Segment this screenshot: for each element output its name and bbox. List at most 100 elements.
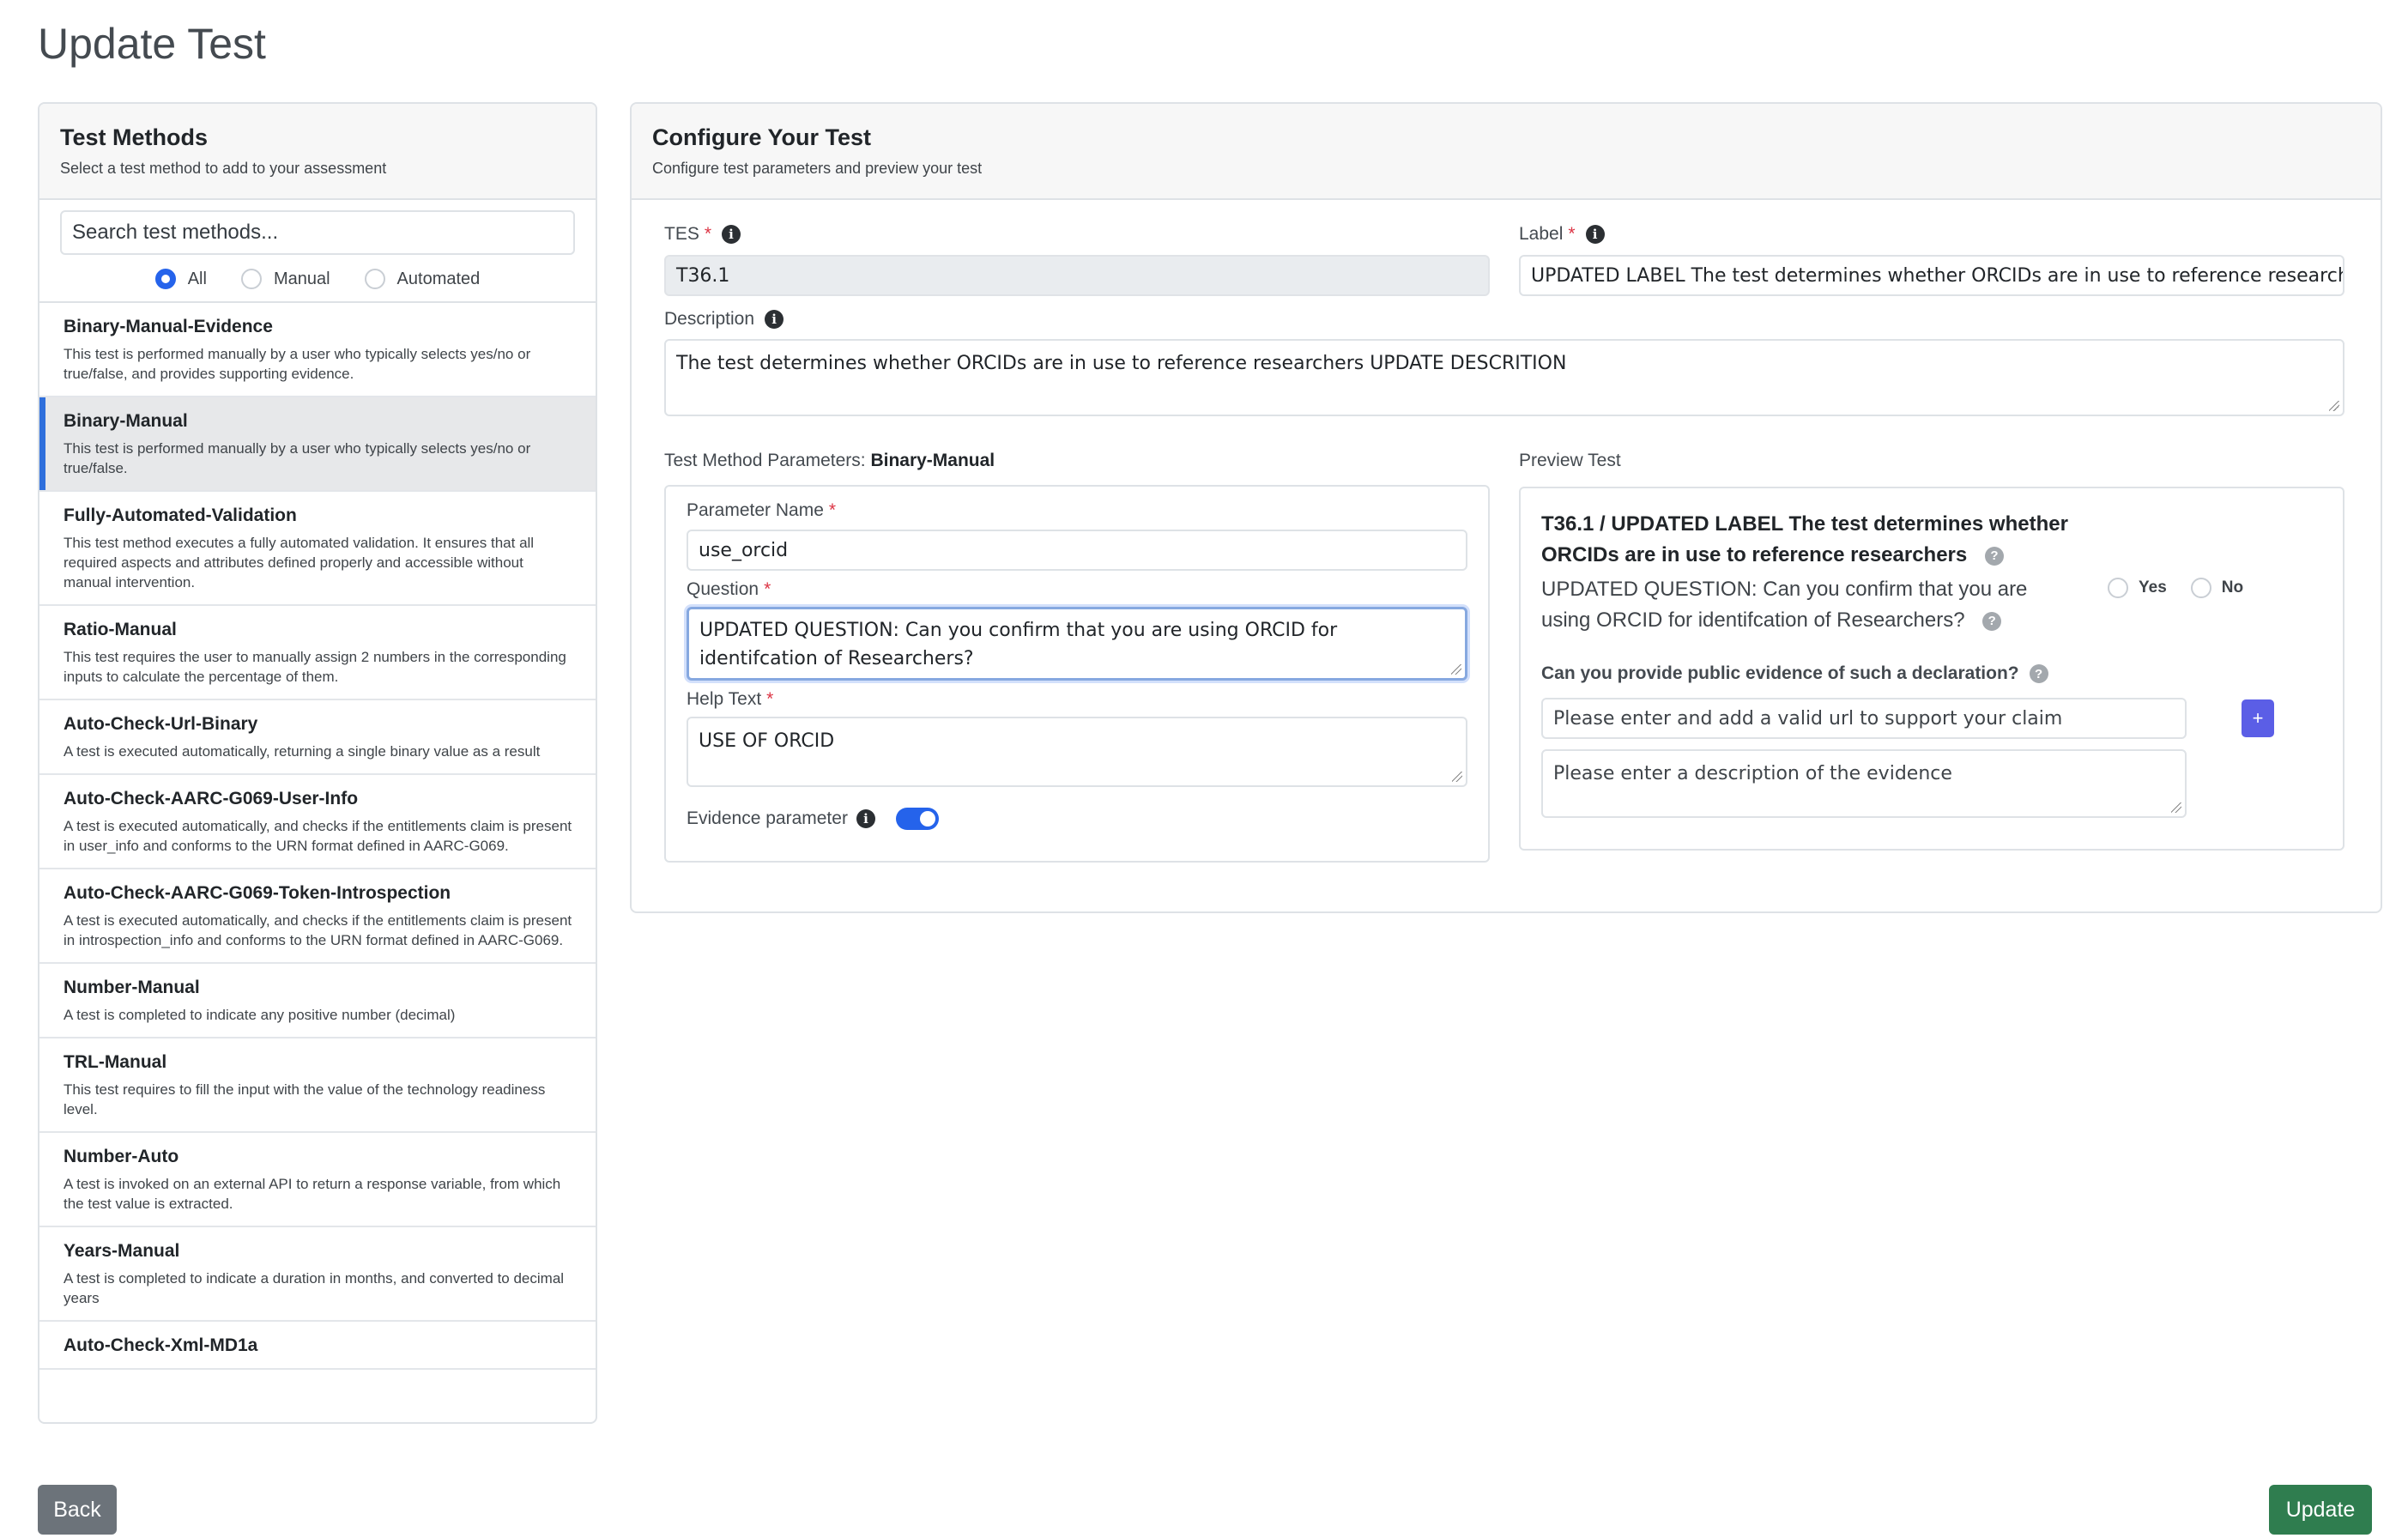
method-item[interactable]: Auto-Check-Url-Binary A test is executed… <box>39 700 596 775</box>
configure-panel: Configure Your Test Configure test param… <box>630 102 2382 913</box>
label-label: Label <box>1519 224 1564 244</box>
filter-manual-label: Manual <box>273 269 330 288</box>
method-item[interactable]: Number-Manual A test is completed to ind… <box>39 964 596 1038</box>
radio-yes[interactable] <box>2108 578 2128 598</box>
parameter-name-field[interactable]: use_orcid <box>687 530 1467 571</box>
method-name: Auto-Check-AARC-G069-User-Info <box>64 789 359 808</box>
preview-question-row: UPDATED QUESTION: Can you confirm that y… <box>1541 574 2056 636</box>
required-mark: * <box>766 689 774 709</box>
method-description: A test is completed to indicate a durati… <box>64 1270 565 1306</box>
method-item[interactable]: TRL-Manual This test requires to fill th… <box>39 1038 596 1133</box>
info-icon[interactable]: i <box>765 310 784 329</box>
radio-checked-icon[interactable] <box>154 269 176 289</box>
method-item[interactable]: Auto-Check-AARC-G069-Token-Introspection… <box>39 869 596 964</box>
method-item[interactable]: Ratio-Manual This test requires the user… <box>39 606 596 700</box>
filter-automated-label: Automated <box>396 269 481 288</box>
description-field[interactable]: The test determines whether ORCIDs are i… <box>664 339 2344 416</box>
method-name: TRL-Manual <box>64 1052 167 1072</box>
evidence-url-input[interactable]: Please enter and add a valid url to supp… <box>1541 698 2187 739</box>
test-methods-header: Test Methods Select a test method to add… <box>39 104 596 200</box>
method-name: Auto-Check-Xml-MD1a <box>64 1335 258 1355</box>
help-text-label-row: Help Text * <box>687 689 773 710</box>
required-mark: * <box>1568 224 1576 244</box>
preview-box: T36.1 / UPDATED LABEL The test determine… <box>1519 487 2344 851</box>
evidence-toggle[interactable] <box>895 808 939 830</box>
description-label: Description <box>664 309 755 329</box>
filter-all[interactable]: All <box>154 269 207 289</box>
method-name: Binary-Manual <box>64 411 188 431</box>
method-description: A test is executed automatically, return… <box>64 743 541 760</box>
filter-manual[interactable]: Manual <box>240 269 330 289</box>
method-name: Binary-Manual-Evidence <box>64 317 273 336</box>
question-label-row: Question * <box>687 579 771 600</box>
info-icon[interactable]: i <box>856 809 875 828</box>
label-label-row: Label * i <box>1519 224 1605 245</box>
method-description: This test method executes a fully automa… <box>64 535 535 590</box>
configure-title: Configure Your Test <box>652 124 872 150</box>
help-icon[interactable]: ? <box>1982 611 2002 631</box>
test-methods-subtitle: Select a test method to add to your asse… <box>60 160 387 177</box>
page-title: Update Test <box>38 20 266 68</box>
help-text-label: Help Text <box>687 689 762 709</box>
yes-no-options: Yes No <box>2108 578 2243 598</box>
help-icon[interactable]: ? <box>1984 546 2004 566</box>
required-mark: * <box>764 579 771 599</box>
method-name: Auto-Check-AARC-G069-Token-Introspection <box>64 883 451 903</box>
method-description: This test requires the user to manually … <box>64 649 566 685</box>
params-method-name: Binary-Manual <box>870 451 995 470</box>
method-description: A test is completed to indicate any posi… <box>64 1007 456 1023</box>
no-label: No <box>2221 578 2244 596</box>
back-button[interactable]: Back <box>38 1485 117 1535</box>
evidence-parameter-row: Evidence parameter i <box>687 808 939 830</box>
param-name-label-row: Parameter Name * <box>687 500 836 521</box>
radio-unchecked-icon[interactable] <box>364 269 385 289</box>
preview-heading: Preview Test <box>1519 451 1621 470</box>
filter-automated[interactable]: Automated <box>364 269 481 289</box>
info-icon[interactable]: i <box>1585 225 1605 244</box>
radio-unchecked-icon[interactable] <box>240 269 262 289</box>
method-item-selected[interactable]: Binary-Manual This test is performed man… <box>39 397 596 492</box>
param-name-label: Parameter Name <box>687 500 824 520</box>
method-item[interactable]: Binary-Manual-Evidence This test is perf… <box>39 303 596 397</box>
evidence-description-input[interactable]: Please enter a description of the eviden… <box>1541 749 2187 818</box>
tes-label: TES <box>664 224 699 244</box>
params-heading: Test Method Parameters: <box>664 451 866 470</box>
add-url-button[interactable]: + <box>2242 699 2274 737</box>
test-methods-panel: Test Methods Select a test method to add… <box>38 102 597 1424</box>
tes-field[interactable]: T36.1 <box>664 255 1490 296</box>
yes-label: Yes <box>2139 578 2167 596</box>
method-name: Number-Auto <box>64 1147 179 1166</box>
question-field[interactable]: UPDATED QUESTION: Can you confirm that y… <box>687 607 1467 681</box>
method-description: A test is executed automatically, and ch… <box>64 912 572 948</box>
label-field[interactable]: UPDATED LABEL The test determines whethe… <box>1519 255 2344 296</box>
method-name: Years-Manual <box>64 1241 180 1261</box>
method-item[interactable]: Years-Manual A test is completed to indi… <box>39 1227 596 1322</box>
params-heading-row: Test Method Parameters: Binary-Manual <box>664 451 995 471</box>
search-input[interactable] <box>60 210 575 255</box>
tes-label-row: TES * i <box>664 224 741 245</box>
method-description: This test is performed manually by a use… <box>64 346 531 382</box>
evidence-question: Can you provide public evidence of such … <box>1541 663 2019 683</box>
help-icon[interactable]: ? <box>2029 664 2048 683</box>
method-name: Auto-Check-Url-Binary <box>64 714 258 734</box>
method-filter: All Manual Automated <box>60 269 575 289</box>
info-icon[interactable]: i <box>722 225 741 244</box>
method-description: A test is invoked on an external API to … <box>64 1176 561 1212</box>
configure-header: Configure Your Test Configure test param… <box>632 104 2381 200</box>
method-item[interactable]: Number-Auto A test is invoked on an exte… <box>39 1133 596 1227</box>
method-description: This test is performed manually by a use… <box>64 440 531 476</box>
method-item[interactable]: Fully-Automated-Validation This test met… <box>39 492 596 606</box>
radio-no[interactable] <box>2190 578 2211 598</box>
help-text-field[interactable]: USE OF ORCID <box>687 717 1467 787</box>
test-methods-title: Test Methods <box>60 124 209 150</box>
method-item[interactable]: Auto-Check-Xml-MD1a <box>39 1322 596 1370</box>
search-section: All Manual Automated <box>39 200 596 303</box>
question-label: Question <box>687 579 759 599</box>
configure-subtitle: Configure test parameters and preview yo… <box>652 160 983 177</box>
update-button[interactable]: Update <box>2269 1485 2372 1535</box>
method-item[interactable]: Auto-Check-AARC-G069-User-Info A test is… <box>39 775 596 869</box>
method-description: A test is executed automatically, and ch… <box>64 818 572 854</box>
description-label-row: Description i <box>664 309 784 330</box>
preview-title-row: T36.1 / UPDATED LABEL The test determine… <box>1541 509 2090 571</box>
method-description: This test requires to fill the input wit… <box>64 1081 546 1117</box>
